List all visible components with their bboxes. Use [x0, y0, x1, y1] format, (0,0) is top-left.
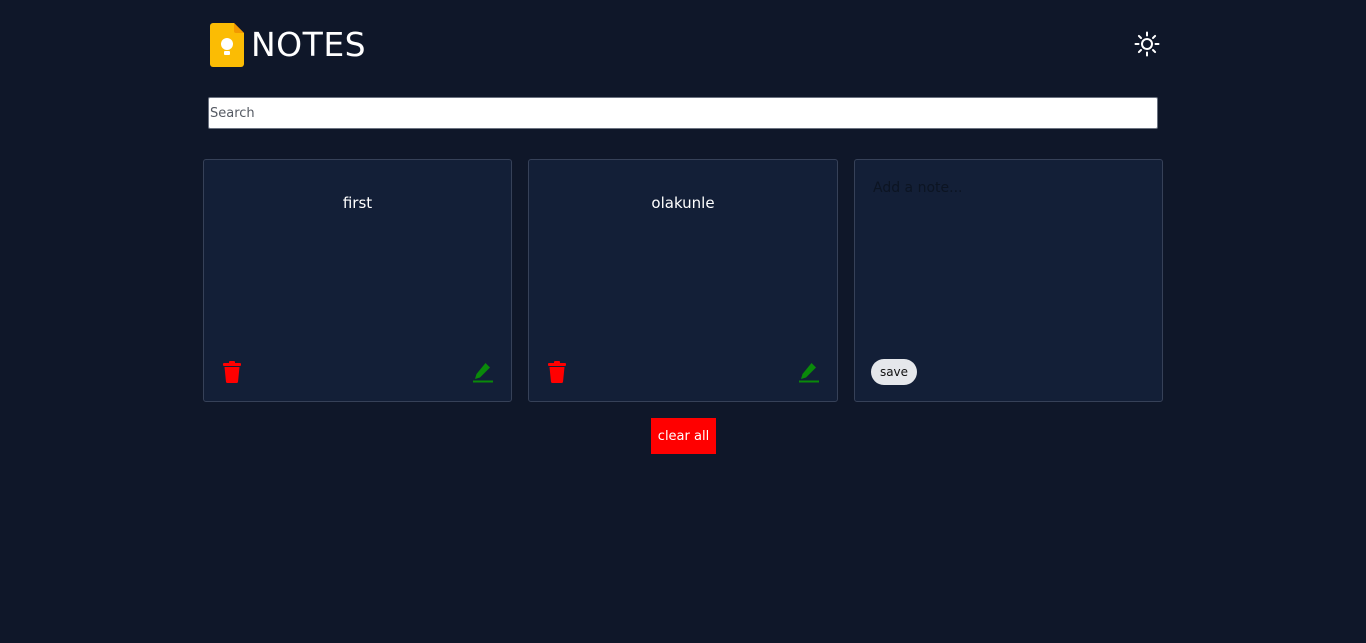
save-button[interactable]: save [871, 359, 917, 385]
note-title: first [342, 194, 373, 212]
clear-all-button[interactable]: clear all [651, 418, 716, 454]
pencil-icon[interactable] [472, 361, 494, 383]
trash-icon[interactable] [223, 361, 241, 383]
trash-icon[interactable] [548, 361, 566, 383]
new-note-card: save [854, 159, 1163, 402]
note-card: first [203, 159, 512, 402]
new-note-textarea[interactable] [865, 174, 1150, 344]
search-input[interactable] [208, 97, 1158, 129]
note-card: olakunle [528, 159, 838, 402]
note-title: olakunle [651, 194, 715, 212]
keep-notes-logo-icon [210, 23, 244, 67]
sun-icon[interactable] [1134, 31, 1160, 57]
app-title: NOTES [251, 25, 367, 64]
app-header: NOTES [210, 22, 1160, 68]
pencil-icon[interactable] [798, 361, 820, 383]
